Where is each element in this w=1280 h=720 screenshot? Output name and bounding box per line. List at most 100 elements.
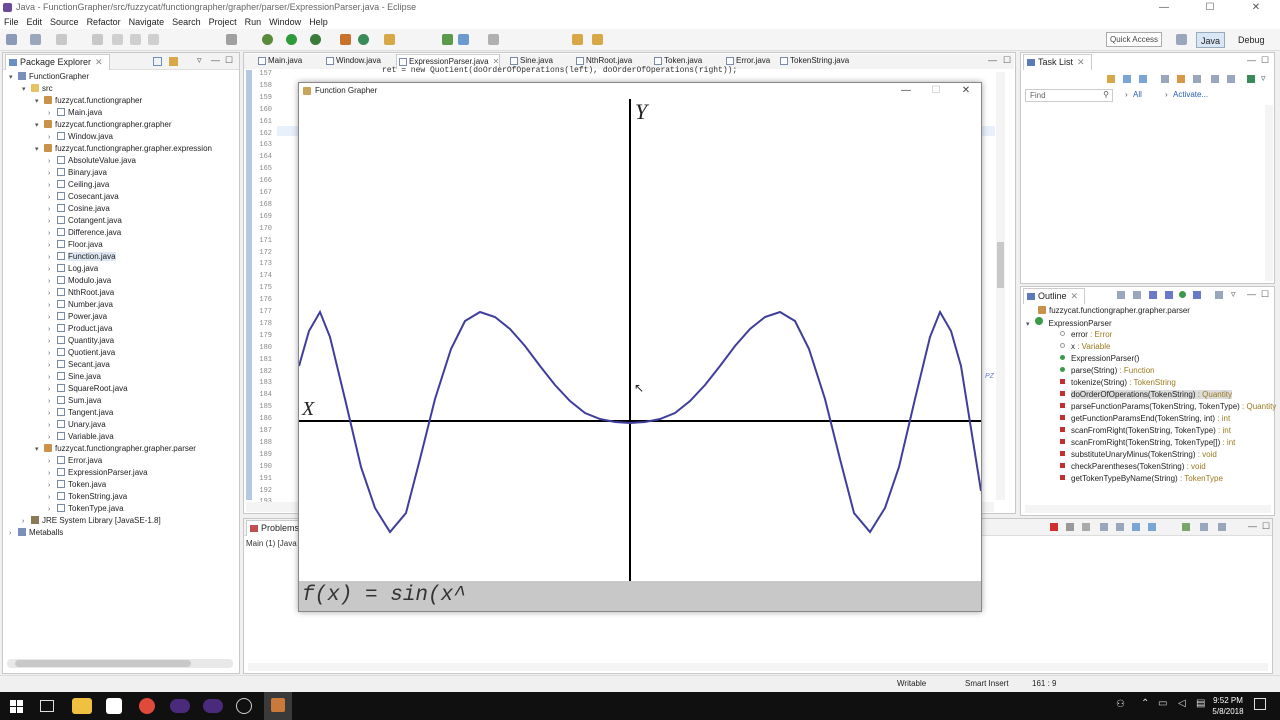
terminate-console-icon[interactable] xyxy=(1050,523,1058,531)
tree-item-file[interactable]: › Power.java xyxy=(48,311,107,323)
tree-item-file[interactable]: › Error.java xyxy=(48,455,102,467)
tree-expander-icon[interactable]: ▾ xyxy=(35,120,44,132)
outline-member[interactable]: getFunctionParamsEnd(TokenString, int) :… xyxy=(1060,413,1230,425)
tree-item-file[interactable]: › TokenString.java xyxy=(48,491,127,503)
task-list-minimize-icon[interactable]: — xyxy=(1247,55,1256,65)
tree-item-file[interactable]: › Ceiling.java xyxy=(48,179,109,191)
tree-expander-icon[interactable]: ▾ xyxy=(22,84,31,96)
perspective-java[interactable]: Java xyxy=(1196,32,1226,48)
word-wrap-icon[interactable] xyxy=(1132,523,1140,531)
open-perspective-icon[interactable] xyxy=(1176,34,1187,45)
tree-item-file[interactable]: › Floor.java xyxy=(48,239,103,251)
outline-sort-icon[interactable] xyxy=(1133,291,1141,299)
tree-item-file[interactable]: › Sine.java xyxy=(48,371,101,383)
file-explorer-icon[interactable] xyxy=(72,698,92,714)
suspend-icon[interactable] xyxy=(130,34,141,45)
tree-item-file[interactable]: › Window.java xyxy=(48,131,113,143)
tree-item-file[interactable]: › Unary.java xyxy=(48,419,106,431)
show-console-icon[interactable] xyxy=(1148,523,1156,531)
outline-member[interactable]: scanFromRight(TokenString, TokenType[]) … xyxy=(1060,437,1235,449)
tree-item-file[interactable]: › Product.java xyxy=(48,323,112,335)
expand-arrow-icon[interactable]: ▾ xyxy=(1026,321,1030,328)
bottom-minimize-icon[interactable]: — xyxy=(1248,521,1257,531)
volume-icon[interactable]: ◁ xyxy=(1178,698,1186,709)
tree-item-package[interactable]: ▾ fuzzycat.functiongrapher.grapher.expres… xyxy=(35,143,212,155)
tree-item-project[interactable]: ▾ FunctionGrapher xyxy=(9,71,89,83)
task-list-scrollbar[interactable] xyxy=(1265,105,1273,281)
tree-item-file[interactable]: › SquareRoot.java xyxy=(48,383,128,395)
store-icon[interactable] xyxy=(106,698,122,714)
close-button[interactable]: ✕ xyxy=(1233,0,1279,15)
clock[interactable]: 9:52 PM 5/8/2018 xyxy=(1208,695,1248,717)
eclipse-taskbar-icon-2[interactable] xyxy=(203,699,223,713)
tree-item-file[interactable]: › Cosine.java xyxy=(48,203,110,215)
save-all-icon[interactable] xyxy=(56,34,67,45)
hide-local-types-icon[interactable] xyxy=(1193,291,1201,299)
tree-item-file[interactable]: › Modulo.java xyxy=(48,275,111,287)
hide-completed-icon[interactable] xyxy=(1161,75,1169,83)
link-editor-icon[interactable] xyxy=(169,57,178,66)
editor-tab[interactable]: TokenString.java xyxy=(778,54,849,69)
outline-member[interactable]: error : Error xyxy=(1060,329,1112,341)
editor-tab[interactable]: Window.java xyxy=(324,54,381,69)
outline-view-menu-icon[interactable]: ▿ xyxy=(1231,289,1236,300)
tab-problems[interactable]: Problems xyxy=(246,520,307,536)
new-java-project-icon[interactable] xyxy=(340,34,351,45)
tree-item-package[interactable]: ▾ fuzzycat.functiongrapher.grapher.parser xyxy=(35,443,196,455)
horizontal-scrollbar[interactable] xyxy=(7,659,233,668)
tab-outline[interactable]: Outline ✕ xyxy=(1023,288,1086,304)
outline-member[interactable]: parse(String) : Function xyxy=(1060,365,1155,377)
scrollbar-thumb[interactable] xyxy=(15,660,191,667)
tree-item-file[interactable]: › ExpressionParser.java xyxy=(48,467,148,479)
bottom-maximize-icon[interactable]: ☐ xyxy=(1262,521,1270,532)
remove-all-icon[interactable] xyxy=(1082,523,1090,531)
tree-item-package[interactable]: ▾ fuzzycat.functiongrapher.grapher xyxy=(35,119,172,131)
expression-input[interactable]: f(x) = sin(x^ xyxy=(299,581,981,611)
minimize-button[interactable]: — xyxy=(1141,0,1187,15)
editor-maximize-icon[interactable]: ☐ xyxy=(1003,55,1011,66)
tree-item-file[interactable]: › Cotangent.java xyxy=(48,215,122,227)
outline-class[interactable]: ▾ ExpressionParser xyxy=(1026,317,1112,329)
tab-task-list[interactable]: Task List ✕ xyxy=(1023,54,1092,70)
remove-launch-icon[interactable] xyxy=(1066,523,1074,531)
network-icon[interactable]: ▭ xyxy=(1158,698,1167,709)
skip-breakpoints-icon[interactable] xyxy=(92,34,103,45)
start-windows-icon[interactable] xyxy=(10,700,23,713)
close-tab-icon[interactable]: ✕ xyxy=(95,57,103,67)
grapher-maximize-button[interactable]: ☐ xyxy=(921,83,951,99)
tree-item-file[interactable]: › Main.java xyxy=(48,107,102,119)
tree-item-file[interactable]: › Difference.java xyxy=(48,227,121,239)
tree-item-file[interactable]: › TokenType.java xyxy=(48,503,124,515)
collapse-all-icon[interactable] xyxy=(153,57,162,66)
tree-item-file[interactable]: › Tangent.java xyxy=(48,407,113,419)
tree-item-package[interactable]: ▾ fuzzycat.functiongrapher xyxy=(35,95,142,107)
tree-item-library[interactable]: › JRE System Library [JavaSE-1.8] xyxy=(22,515,161,527)
menu-window[interactable]: Window xyxy=(265,15,305,29)
run-icon[interactable] xyxy=(286,34,297,45)
java-app-taskbar-item[interactable] xyxy=(264,692,292,720)
resume-icon[interactable] xyxy=(112,34,123,45)
hide-nonpublic-icon[interactable] xyxy=(1179,291,1186,298)
outline-member[interactable]: getTokenTypeByName(String) : TokenType xyxy=(1060,473,1223,485)
outline-member[interactable]: checkParentheses(TokenString) : void xyxy=(1060,461,1206,473)
collapse-tasks-icon[interactable] xyxy=(1193,75,1201,83)
menu-file[interactable]: File xyxy=(0,15,23,29)
open-task-icon[interactable] xyxy=(226,34,237,45)
menu-help[interactable]: Help xyxy=(305,15,332,29)
menu-search[interactable]: Search xyxy=(168,15,205,29)
maximize-button[interactable]: ☐ xyxy=(1187,0,1233,15)
link-with-editor-icon[interactable] xyxy=(1215,291,1223,299)
tree-expander-icon[interactable]: ▾ xyxy=(35,96,44,108)
activate-link[interactable]: Activate... xyxy=(1173,90,1208,99)
view-menu-icon[interactable]: ▿ xyxy=(197,55,202,66)
task-list-maximize-icon[interactable]: ☐ xyxy=(1261,55,1269,66)
tree-item-file[interactable]: › AbsoluteValue.java xyxy=(48,155,136,167)
steam-icon[interactable] xyxy=(236,698,252,714)
display-console-icon[interactable] xyxy=(1200,523,1208,531)
task-view-icon[interactable] xyxy=(40,700,54,712)
tree-expander-icon[interactable]: ▾ xyxy=(9,72,18,84)
outline-scrollbar[interactable] xyxy=(1025,505,1271,513)
tree-expander-icon[interactable]: › xyxy=(9,528,18,540)
tree-item-file[interactable]: › Function.java xyxy=(48,251,116,263)
open-type-icon[interactable] xyxy=(384,34,395,45)
